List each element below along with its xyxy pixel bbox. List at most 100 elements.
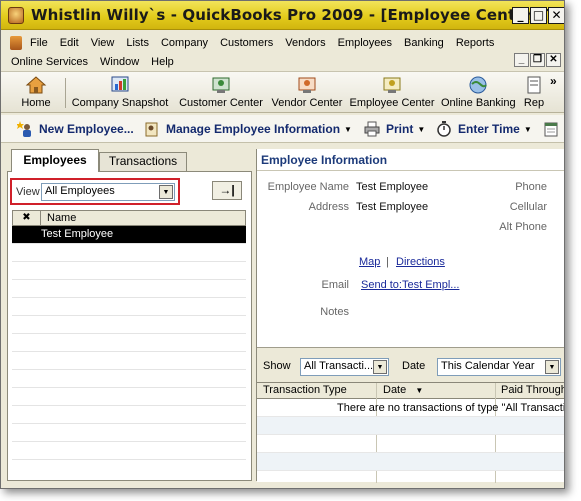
- address-label: Address: [308, 201, 349, 213]
- dropdown-arrow-icon[interactable]: ▼: [373, 360, 387, 374]
- mdi-restore-button[interactable]: ❐: [530, 53, 545, 67]
- vendor-center-icon: [298, 77, 316, 93]
- menu-view[interactable]: View: [85, 37, 121, 49]
- iconbar-employee-center[interactable]: Employee Center: [349, 75, 435, 109]
- menu-lists[interactable]: Lists: [120, 37, 155, 49]
- manage-employee-info-button[interactable]: Manage Employee Information ▼: [144, 121, 352, 137]
- new-employee-button[interactable]: New Employee...: [17, 121, 134, 137]
- transactions-grid: Transaction Type Date ▼ Paid Through The…: [257, 382, 565, 483]
- menu-customers[interactable]: Customers: [214, 37, 279, 49]
- menu-row-primary: File Edit View Lists Company Customers V…: [1, 33, 500, 52]
- list-item-empty: [12, 388, 246, 406]
- notes-label: Notes: [320, 306, 349, 318]
- list-item-empty: [12, 298, 246, 316]
- menu-online-services[interactable]: Online Services: [5, 56, 94, 68]
- stopwatch-icon: [437, 121, 451, 137]
- maximize-button[interactable]: □: [530, 7, 547, 24]
- list-item-empty: [12, 424, 246, 442]
- menu-help[interactable]: Help: [145, 56, 180, 68]
- enter-time-label: Enter Time: [458, 122, 520, 136]
- menu-employees[interactable]: Employees: [332, 37, 398, 49]
- employee-name-label: Employee Name: [267, 181, 349, 193]
- alt-phone-label: Alt Phone: [499, 221, 547, 233]
- minimize-button[interactable]: _: [512, 7, 529, 24]
- iconbar-home[interactable]: Home: [13, 75, 59, 109]
- quickbooks-window: Whistlin Willy`s - QuickBooks Pro 2009 -…: [0, 0, 565, 489]
- list-item[interactable]: Test Employee: [12, 226, 246, 244]
- chevron-down-icon: ▼: [523, 124, 532, 134]
- title-bar[interactable]: Whistlin Willy`s - QuickBooks Pro 2009 -…: [1, 1, 564, 30]
- dropdown-arrow-icon[interactable]: ▼: [159, 185, 173, 199]
- table-row: [257, 417, 564, 435]
- list-item-empty: [12, 370, 246, 388]
- map-link[interactable]: Map: [359, 256, 380, 268]
- manage-employee-icon: [145, 122, 158, 137]
- menu-bar: File Edit View Lists Company Customers V…: [1, 32, 564, 70]
- info-header: Employee Information: [257, 149, 564, 171]
- document-menu-icon[interactable]: [10, 35, 22, 50]
- company-snapshot-icon: [111, 76, 129, 92]
- list-item-empty: [12, 244, 246, 262]
- email-link[interactable]: Send to:Test Empl...: [361, 279, 459, 291]
- column-paid-through[interactable]: Paid Through: [501, 384, 564, 396]
- employee-list-panel: Employees Transactions View All Employee…: [7, 149, 252, 481]
- empty-transactions-message: There are no transactions of type "All T…: [337, 402, 565, 414]
- employee-action-bar: New Employee... Manage Employee Informat…: [1, 115, 564, 143]
- date-label: Date: [402, 360, 426, 372]
- show-select-value: All Transacti...: [304, 360, 374, 372]
- expand-panel-button[interactable]: →|: [212, 181, 242, 200]
- menu-edit[interactable]: Edit: [54, 37, 85, 49]
- close-button[interactable]: ✕: [548, 7, 564, 24]
- menu-window[interactable]: Window: [94, 56, 145, 68]
- chevron-down-icon: ▼: [417, 124, 426, 134]
- list-item-empty: [12, 280, 246, 298]
- iconbar-employee-center-label: Employee Center: [349, 97, 435, 109]
- column-filter-icon[interactable]: ✖: [13, 211, 41, 225]
- employee-list-body: View All Employees ▼ →| ✖ Name Test Empl…: [7, 171, 252, 481]
- quickbooks-app-icon[interactable]: [8, 7, 24, 24]
- iconbar-vendor-center-label: Vendor Center: [271, 97, 343, 109]
- iconbar-vendor-center[interactable]: Vendor Center: [269, 75, 345, 109]
- iconbar-company-snapshot[interactable]: Company Snapshot: [69, 75, 171, 109]
- employee-center-icon: [383, 77, 401, 93]
- customer-center-icon: [212, 77, 230, 93]
- transactions-area: Show All Transacti... ▼ Date This Calend…: [257, 347, 565, 483]
- menu-reports[interactable]: Reports: [450, 37, 501, 49]
- iconbar-customer-center[interactable]: Customer Center: [175, 75, 267, 109]
- calendar-icon[interactable]: [544, 121, 558, 137]
- name-column-header[interactable]: Name: [47, 212, 76, 224]
- menu-banking[interactable]: Banking: [398, 37, 450, 49]
- tab-transactions[interactable]: Transactions: [99, 152, 187, 171]
- print-button[interactable]: Print ▼: [364, 121, 425, 137]
- cellular-label: Cellular: [509, 201, 547, 213]
- menu-vendors[interactable]: Vendors: [279, 37, 331, 49]
- date-select[interactable]: This Calendar Year ▼: [437, 358, 561, 376]
- iconbar-overflow-chevron-icon[interactable]: »: [550, 74, 557, 88]
- employee-list: Test Employee: [12, 226, 246, 476]
- column-date[interactable]: Date ▼: [383, 384, 423, 396]
- menu-file[interactable]: File: [24, 37, 54, 49]
- show-select[interactable]: All Transacti... ▼: [300, 358, 389, 376]
- iconbar-online-banking-label: Online Banking: [441, 97, 516, 109]
- iconbar-online-banking[interactable]: Online Banking: [441, 75, 516, 109]
- mdi-close-button[interactable]: ✕: [546, 53, 561, 67]
- print-label: Print: [386, 122, 414, 136]
- iconbar-reports[interactable]: Rep: [519, 75, 549, 109]
- online-banking-icon: [469, 76, 487, 94]
- reports-icon: [527, 76, 541, 94]
- enter-time-button[interactable]: Enter Time ▼: [436, 121, 532, 137]
- list-item-empty: [12, 406, 246, 424]
- mdi-minimize-button[interactable]: _: [514, 53, 529, 67]
- directions-link[interactable]: Directions: [396, 256, 445, 268]
- column-transaction-type[interactable]: Transaction Type: [263, 384, 347, 396]
- view-select[interactable]: All Employees ▼: [41, 183, 175, 201]
- table-row: [257, 453, 564, 471]
- menu-company[interactable]: Company: [155, 37, 214, 49]
- tab-employees[interactable]: Employees: [11, 149, 99, 172]
- phone-label: Phone: [515, 181, 547, 193]
- employee-list-header: ✖ Name: [12, 210, 246, 226]
- window-title: Whistlin Willy`s - QuickBooks Pro 2009 -…: [31, 6, 564, 24]
- link-separator: |: [386, 256, 389, 268]
- list-item-empty: [12, 442, 246, 460]
- dropdown-arrow-icon[interactable]: ▼: [545, 360, 559, 374]
